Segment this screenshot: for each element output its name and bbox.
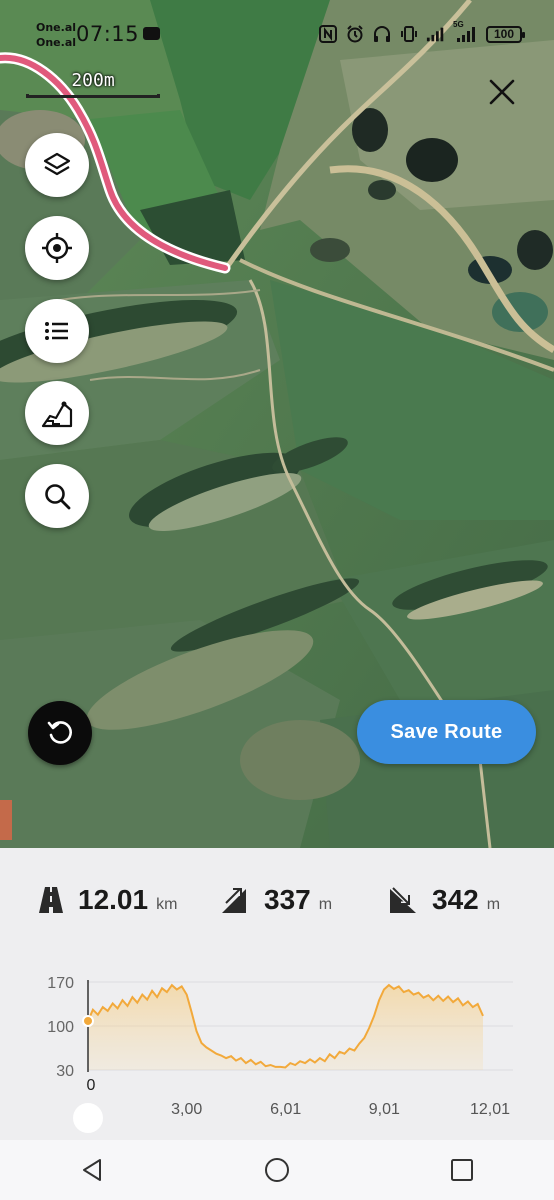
back-icon <box>83 1159 102 1181</box>
network-label: 5G <box>453 20 464 29</box>
distance-value: 12.01 <box>78 884 149 915</box>
y-tick-label: 100 <box>47 1019 74 1036</box>
descent-stat: 342 m <box>388 880 500 920</box>
distance-stat: 12.01 km <box>36 880 177 920</box>
sim-card-icon <box>143 27 160 40</box>
layers-button[interactable] <box>25 133 89 197</box>
ascent-value: 337 <box>264 884 311 915</box>
descent-value: 342 <box>432 884 479 915</box>
home-icon <box>264 1158 289 1182</box>
alarm-icon <box>345 24 365 44</box>
list-button[interactable] <box>25 299 89 363</box>
ascent-unit: m <box>318 896 333 913</box>
descent-icon <box>390 885 416 913</box>
search-button[interactable] <box>25 464 89 528</box>
x-tick-label: 0 <box>87 1077 96 1094</box>
y-tick-label: 170 <box>47 975 74 992</box>
status-bar: One.al One.al 07:15 5G 100 <box>0 0 554 60</box>
carrier-labels: One.al One.al <box>36 20 76 50</box>
recents-button[interactable] <box>442 1150 482 1190</box>
x-tick-label: 9,01 <box>369 1101 400 1118</box>
search-icon <box>45 484 71 510</box>
route-profile-icon <box>41 401 73 428</box>
ascent-stat: 337 m <box>220 880 332 920</box>
signal-5g-icon: 5G <box>453 20 479 44</box>
save-route-button[interactable]: Save Route <box>357 700 536 764</box>
position-marker <box>82 1014 94 1027</box>
map-scale: 200m <box>26 70 160 102</box>
descent-unit: m <box>486 896 501 913</box>
status-icons: 5G 100 <box>318 20 525 44</box>
carrier-1: One.al <box>36 21 77 34</box>
x-tick-label: 3,00 <box>171 1101 202 1118</box>
nfc-icon <box>318 24 338 44</box>
undo-icon <box>47 721 72 744</box>
scale-label: 200m <box>71 70 115 91</box>
home-button[interactable] <box>257 1150 297 1190</box>
map-view[interactable]: One.al One.al 07:15 5G 100 200m Save Rou… <box>0 0 554 848</box>
road-icon <box>39 887 63 913</box>
route-stats-panel: 12.01 km 337 m 342 m 170 100 30 0 3,00 6,01 9… <box>0 848 554 1140</box>
distance-unit: km <box>156 896 178 913</box>
list-icon <box>45 322 68 340</box>
chart-slider-handle[interactable] <box>73 1103 103 1133</box>
locate-button[interactable] <box>25 216 89 280</box>
carrier-2: One.al <box>36 36 77 49</box>
close-icon <box>489 79 515 105</box>
elevation-chart[interactable]: 170 100 30 0 3,00 6,01 9,01 12,01 <box>0 966 554 1140</box>
battery-icon: 100 <box>486 25 525 43</box>
close-button[interactable] <box>486 76 518 108</box>
back-button[interactable] <box>72 1150 112 1190</box>
system-nav-bar <box>0 1140 554 1200</box>
x-tick-label: 6,01 <box>270 1101 301 1118</box>
y-axis-ticks: 170 100 30 <box>47 975 74 1080</box>
scale-bar <box>26 94 160 98</box>
y-tick-label: 30 <box>56 1063 74 1080</box>
battery-level: 100 <box>493 27 515 41</box>
crosshair-icon <box>42 233 72 263</box>
ascent-icon <box>222 887 246 913</box>
headphones-icon <box>372 24 392 44</box>
x-tick-label: 12,01 <box>470 1101 510 1118</box>
x-axis-ticks: 0 3,00 6,01 9,01 12,01 <box>87 1077 511 1118</box>
undo-button[interactable] <box>28 701 92 765</box>
signal-icon <box>426 24 446 44</box>
status-time: 07:15 <box>76 22 140 46</box>
route-profile-button[interactable] <box>25 381 89 445</box>
layers-icon <box>43 152 71 176</box>
recents-icon <box>450 1159 473 1181</box>
vibrate-icon <box>399 24 419 44</box>
